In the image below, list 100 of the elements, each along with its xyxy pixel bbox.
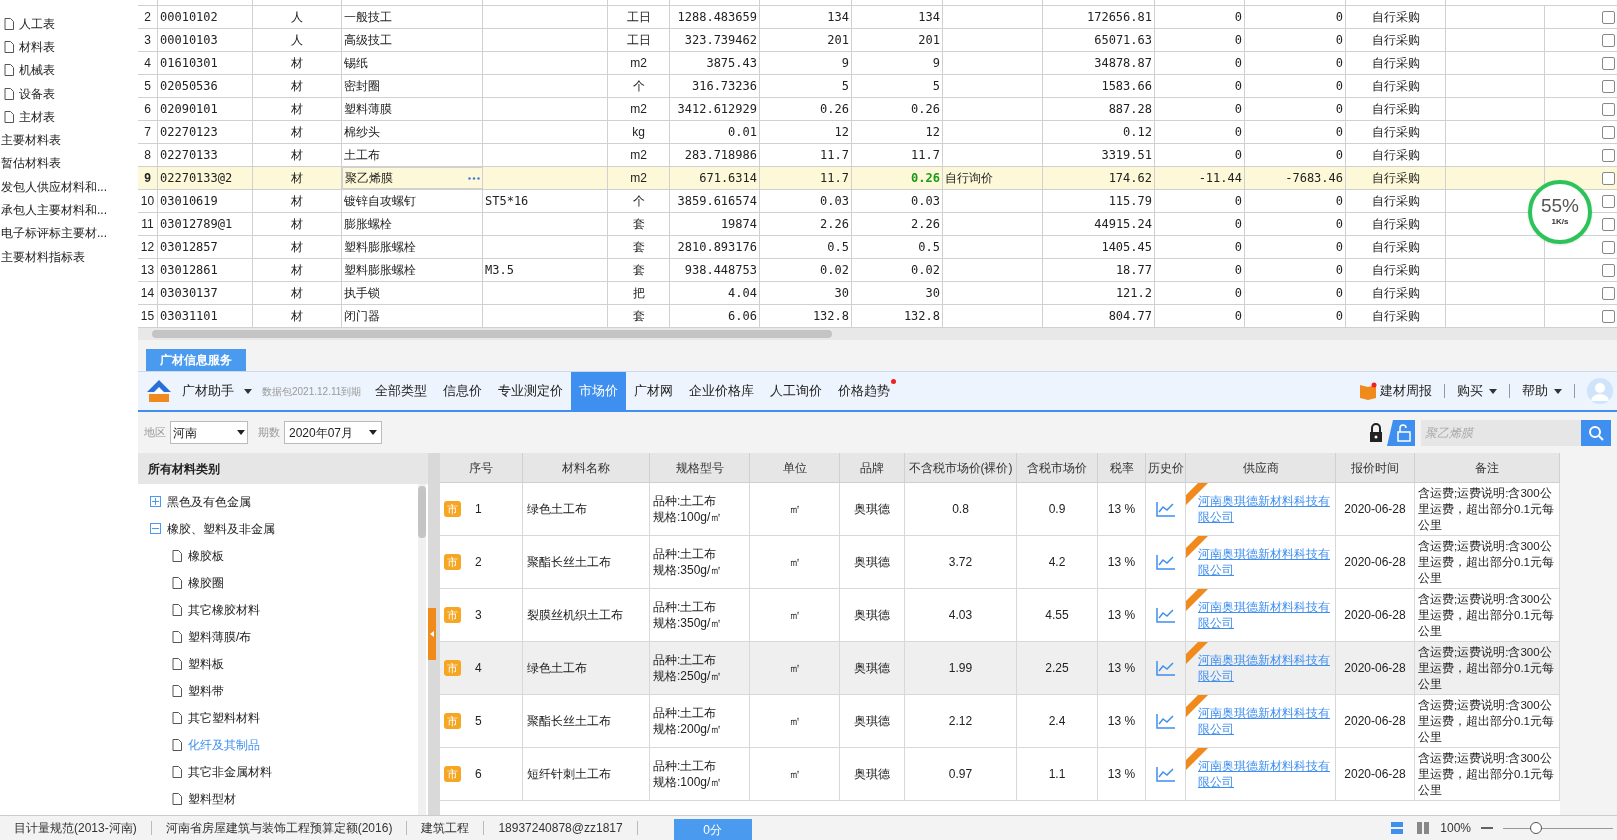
source-tab[interactable]: 信息价 <box>435 372 491 410</box>
weekly-report-link[interactable]: 建材周报 <box>1380 381 1432 401</box>
column-header[interactable]: 品牌 <box>860 458 884 477</box>
period-dropdown[interactable]: 2020年07月 <box>284 421 382 444</box>
trend-chart-icon[interactable] <box>1155 766 1176 782</box>
column-header[interactable]: 规格型号 <box>675 458 724 477</box>
supplier-link[interactable]: 河南奥琪德新材料科技有限公司 <box>1198 758 1333 790</box>
zoom-out-icon[interactable] <box>1481 826 1493 830</box>
trend-chart-icon[interactable] <box>1155 660 1176 676</box>
sidebar-item[interactable]: 发包人供应材料和... <box>1 177 107 196</box>
source-tab[interactable]: 价格趋势 <box>830 372 899 410</box>
supplier-link[interactable]: 河南奥琪德新材料科技有限公司 <box>1198 599 1333 631</box>
split-view-icon[interactable] <box>1416 821 1431 835</box>
column-header[interactable]: 序号 <box>469 458 493 477</box>
sidebar-item[interactable]: 设备表 <box>19 84 55 103</box>
category-item[interactable]: 橡胶圈 <box>188 573 224 592</box>
column-header[interactable]: 历史价 <box>1147 458 1184 477</box>
zoom-slider[interactable] <box>1503 822 1613 834</box>
row-checkbox[interactable] <box>1602 102 1615 116</box>
trend-chart-icon[interactable] <box>1155 554 1176 570</box>
source-tab[interactable]: 全部类型 <box>367 372 436 410</box>
price-row[interactable]: 市 3 裂膜丝机织土工布 品种:土工布 规格:350g/㎡ ㎡ 奥琪德 4.03 4.55 13 % 河南奥琪德新材料科技有限公司 2020-06-28 含运费;运费说明:含300公里运费，超出部分0.1元每公里 <box>440 589 1560 642</box>
table-row[interactable]: 5 02050536 材 密封圈 个 316.73236 5 5 1583.66 0 0 自行采购 <box>138 75 1617 98</box>
category-item[interactable]: 其它橡胶材料 <box>188 600 260 619</box>
source-tab[interactable]: 广材网 <box>626 372 682 410</box>
table-row[interactable]: 12 03012857 材 塑料膨胀螺栓 套 2810.893176 0.5 0.5 1405.45 0 0 自行采购 <box>138 236 1617 259</box>
category-item[interactable]: 化纤及其制品 <box>188 735 260 754</box>
row-checkbox[interactable] <box>1602 286 1615 300</box>
sidebar-item[interactable]: 暂估材料表 <box>1 154 61 173</box>
expand-toggle-icon[interactable] <box>150 523 161 534</box>
price-row[interactable]: 市 4 绿色土工布 品种:土工布 规格:250g/㎡ ㎡ 奥琪德 1.99 2.25 13 % 河南奥琪德新材料科技有限公司 2020-06-28 含运费;运费说明:含300公里运费，超出部分0.1元每公里 <box>440 642 1560 695</box>
column-header[interactable]: 报价时间 <box>1351 458 1399 477</box>
table-row[interactable]: 3 00010103 人 高级技工 工日 323.739462 201 201 65071.63 0 0 自行采购 <box>138 29 1617 52</box>
column-header[interactable]: 供应商 <box>1242 458 1279 477</box>
row-checkbox[interactable] <box>1602 125 1615 139</box>
row-checkbox[interactable] <box>1602 309 1615 323</box>
search-field[interactable]: 聚乙烯膜 <box>1421 419 1581 446</box>
row-checkbox[interactable] <box>1602 240 1615 254</box>
column-header[interactable]: 含税市场价 <box>1027 458 1087 477</box>
column-header[interactable]: 备注 <box>1475 458 1499 477</box>
row-checkbox[interactable] <box>1602 194 1615 208</box>
trend-chart-icon[interactable] <box>1155 713 1176 729</box>
category-item[interactable]: 橡胶板 <box>188 546 224 565</box>
source-tab[interactable]: 人工询价 <box>762 372 831 410</box>
category-item[interactable]: 橡胶、塑料及非金属 <box>167 519 275 538</box>
sidebar-item[interactable]: 电子标评标主要材... <box>1 224 107 243</box>
price-row[interactable]: 市 1 绿色土工布 品种:土工布 规格:100g/㎡ ㎡ 奥琪德 0.8 0.9 13 % 河南奥琪德新材料科技有限公司 2020-06-28 含运费;运费说明:含300公里运费，超出部分0.1元每公里 <box>440 483 1560 536</box>
source-tab[interactable]: 专业测定价 <box>490 372 572 410</box>
caret-icon[interactable] <box>244 388 252 394</box>
more-icon[interactable] <box>468 176 480 180</box>
category-item[interactable]: 塑料薄膜/布 <box>188 627 252 646</box>
column-header[interactable]: 不含税市场价(裸价) <box>908 458 1013 477</box>
collapse-handle[interactable] <box>428 608 436 660</box>
supplier-link[interactable]: 河南奥琪德新材料科技有限公司 <box>1198 493 1333 525</box>
app-name[interactable]: 广材助手 <box>182 381 234 401</box>
sidebar-item[interactable]: 人工表 <box>19 14 55 33</box>
expand-toggle-icon[interactable] <box>150 496 161 507</box>
price-row[interactable]: 市 5 聚酯长丝土工布 品种:土工布 规格:200g/㎡ ㎡ 奥琪德 2.12 2.4 13 % 河南奥琪德新材料科技有限公司 2020-06-28 含运费;运费说明:含300公里运费，超出部分0.1元每公里 <box>440 695 1560 748</box>
table-row[interactable]: 13 03012861 材 塑料膨胀螺栓 M3.5 套 938.448753 0.02 0.02 18.77 0 0 自行采购 <box>138 259 1617 282</box>
supplier-link[interactable]: 河南奥琪德新材料科技有限公司 <box>1198 705 1333 737</box>
sidebar-item[interactable]: 主要材料表 <box>1 131 61 150</box>
table-row[interactable]: 8 02270133 材 土工布 m2 283.718986 11.7 11.7 3319.51 0 0 自行采购 <box>138 144 1617 167</box>
category-item[interactable]: 其它塑料材料 <box>188 708 260 727</box>
search-button[interactable] <box>1581 419 1611 446</box>
row-checkbox[interactable] <box>1602 10 1615 24</box>
column-header[interactable]: 单位 <box>782 458 807 477</box>
source-tab[interactable]: 企业价格库 <box>681 372 763 410</box>
row-checkbox[interactable] <box>1602 263 1615 277</box>
row-checkbox[interactable] <box>1602 148 1615 162</box>
sidebar-item[interactable]: 承包人主要材料和... <box>1 201 107 219</box>
vertical-scrollbar[interactable] <box>418 484 426 815</box>
table-row[interactable]: 14 03030137 材 执手锁 把 4.04 30 30 121.2 0 0 自行采购 <box>138 282 1617 305</box>
price-row[interactable]: 市 6 短纤针刺土工布 品种:土工布 规格:100g/㎡ ㎡ 奥琪德 0.97 1.1 13 % 河南奥琪德新材料科技有限公司 2020-06-28 含运费;运费说明:含300公里运费，超出部分0.1元每公里 <box>440 748 1560 801</box>
slider-thumb[interactable] <box>1530 822 1542 834</box>
category-item[interactable]: 其它非金属材料 <box>188 762 272 781</box>
row-checkbox[interactable] <box>1602 171 1615 185</box>
category-item[interactable]: 塑料型材 <box>188 789 236 808</box>
buy-menu[interactable]: 购买 <box>1457 381 1497 401</box>
region-dropdown[interactable]: 河南 <box>170 421 248 444</box>
table-row[interactable]: 4 01610301 材 锡纸 m2 3875.43 9 9 34878.87 0 0 自行采购 <box>138 52 1617 75</box>
table-row[interactable]: 7 02270123 材 棉纱头 kg 0.01 12 12 0.12 0 0 自行采购 <box>138 121 1617 144</box>
trend-chart-icon[interactable] <box>1155 501 1176 517</box>
table-row[interactable]: 9 02270133@2 材 聚乙烯膜 m2 671.6314 11.7 0.26 自行询价 174.62 -11.44 -7683.46 自行采购 <box>138 167 1617 190</box>
row-checkbox[interactable] <box>1602 56 1615 70</box>
category-item[interactable]: 黑色及有色金属 <box>167 492 251 511</box>
row-checkbox[interactable] <box>1602 33 1615 47</box>
sidebar-item[interactable]: 材料表 <box>19 37 55 56</box>
trend-chart-icon[interactable] <box>1155 607 1176 623</box>
supplier-link[interactable]: 河南奥琪德新材料科技有限公司 <box>1198 546 1333 578</box>
help-menu[interactable]: 帮助 <box>1522 381 1562 401</box>
column-header[interactable]: 材料名称 <box>562 458 610 477</box>
table-row[interactable]: 15 03031101 材 闭门器 套 6.06 132.8 132.8 804.77 0 0 自行采购 <box>138 305 1617 328</box>
horizontal-scrollbar[interactable] <box>138 328 1617 340</box>
column-header[interactable]: 税率 <box>1109 458 1134 477</box>
sidebar-item[interactable]: 机械表 <box>19 61 55 80</box>
table-row[interactable]: 6 02090101 材 塑料薄膜 m2 3412.612929 0.26 0.26 887.28 0 0 自行采购 <box>138 98 1617 121</box>
row-checkbox[interactable] <box>1602 79 1615 93</box>
sidebar-item[interactable]: 主要材料指标表 <box>1 247 85 266</box>
row-checkbox[interactable] <box>1602 217 1615 231</box>
sidebar-item[interactable]: 主材表 <box>19 107 55 126</box>
